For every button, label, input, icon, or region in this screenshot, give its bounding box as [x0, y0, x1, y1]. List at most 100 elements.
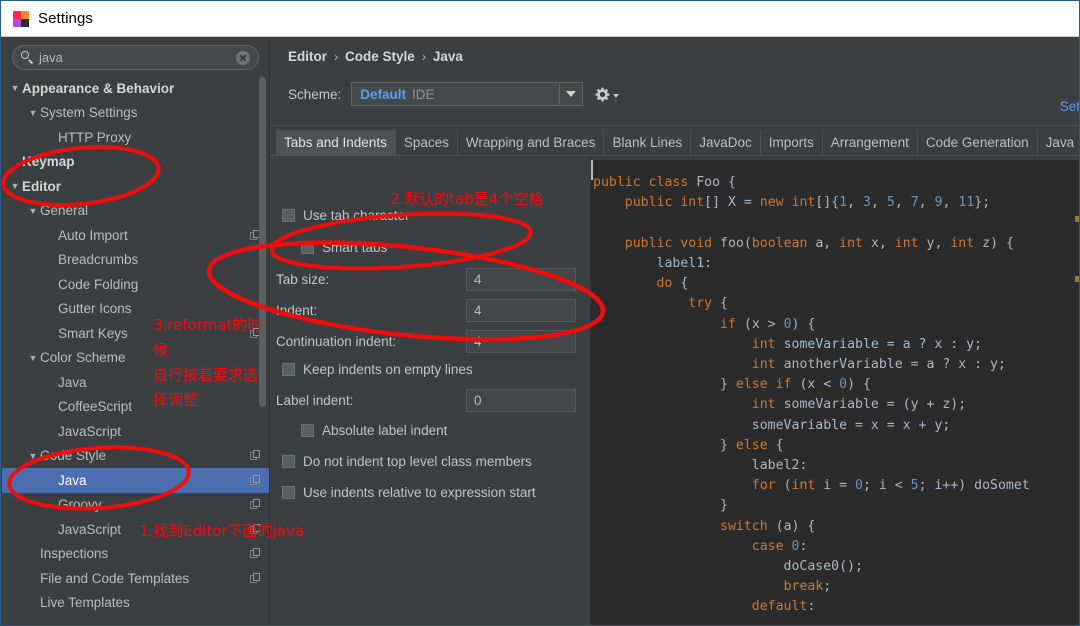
chevron-down-icon[interactable]: ▼	[8, 179, 22, 193]
breadcrumb-root[interactable]: Editor	[288, 49, 327, 64]
breadcrumb-mid[interactable]: Code Style	[345, 49, 415, 64]
search-input-value: java	[39, 49, 63, 65]
sidebar-item-inspections[interactable]: ▼Inspections	[2, 542, 269, 567]
sidebar-item-live-templates[interactable]: ▼Live Templates	[2, 591, 269, 616]
absolute-label-indent-checkbox[interactable]	[301, 424, 314, 437]
indent-label: Indent:	[276, 303, 318, 318]
sidebar-item-javascript[interactable]: ▼JavaScript	[2, 419, 269, 444]
sidebar-item-label: HTTP Proxy	[58, 129, 132, 145]
chevron-down-icon[interactable]: ▼	[26, 106, 40, 120]
search-input[interactable]: java	[12, 45, 259, 70]
tree-spacer: ▼	[44, 130, 58, 144]
tab-spaces[interactable]: Spaces	[395, 130, 458, 155]
sidebar-item-color-scheme[interactable]: ▼ Color Scheme	[2, 346, 269, 371]
sidebar-item-label: Code Style	[40, 448, 107, 464]
scheme-value: Default	[360, 86, 407, 102]
continuation-indent-input[interactable]: 4	[466, 330, 576, 353]
label-indent-row: Label indent: 0	[276, 389, 576, 412]
tab-wrapping-and-braces[interactable]: Wrapping and Braces	[457, 130, 605, 155]
smart-tabs-row[interactable]: Smart tabs	[301, 240, 387, 255]
tab-tabs-and-indents[interactable]: Tabs and Indents	[276, 130, 396, 155]
tree-spacer: ▼	[44, 400, 58, 414]
tree-spacer: ▼	[44, 326, 58, 340]
sidebar-scrollbar[interactable]	[259, 77, 266, 407]
tree-spacer: ▼	[44, 302, 58, 316]
clear-icon[interactable]	[236, 50, 250, 65]
sidebar-item-code-style[interactable]: ▼ Code Style	[2, 444, 269, 469]
copy-scheme-icon[interactable]	[250, 548, 261, 559]
tab-java-ee-na[interactable]: Java EE Na	[1037, 130, 1079, 155]
do-not-indent-top-level-checkbox[interactable]	[282, 455, 295, 468]
settings-sidebar: java ▼ Appearance & Behavior ▼ System Setti…	[2, 37, 270, 625]
keep-indents-on-empty-lines-label: Keep indents on empty lines	[303, 362, 473, 377]
chevron-down-icon[interactable]: ▼	[26, 204, 40, 218]
set-from-link[interactable]: Set	[1060, 99, 1079, 114]
header-divider	[270, 125, 1079, 126]
code-preview-panel[interactable]: public class Foo { public int[] X = new …	[591, 156, 1079, 625]
scheme-combobox[interactable]: Default IDE	[351, 82, 584, 106]
sidebar-item-coffeescript[interactable]: ▼CoffeeScript	[2, 395, 269, 420]
copy-scheme-icon[interactable]	[250, 450, 261, 461]
copy-scheme-icon[interactable]	[250, 499, 261, 510]
sidebar-item-code-folding[interactable]: ▼Code Folding	[2, 272, 269, 297]
sidebar-item-appearance-behavior[interactable]: ▼ Appearance & Behavior	[2, 76, 269, 101]
sidebar-item-smart-keys[interactable]: ▼Smart Keys	[2, 321, 269, 346]
use-tab-character-checkbox[interactable]	[282, 209, 295, 222]
scheme-scope: IDE	[412, 86, 435, 102]
tab-imports[interactable]: Imports	[760, 130, 823, 155]
use-tab-character-label: Use tab character	[303, 208, 410, 223]
chevron-down-icon[interactable]: ▼	[8, 81, 22, 95]
sidebar-item-label: Groovy	[58, 497, 102, 513]
copy-scheme-icon[interactable]	[250, 572, 261, 584]
sidebar-item-keymap[interactable]: ▼Keymap	[2, 150, 269, 175]
sidebar-item-label: JavaScript	[58, 423, 122, 439]
scheme-settings-button[interactable]	[595, 87, 620, 102]
sidebar-item-label: File and Code Templates	[40, 570, 190, 586]
sidebar-item-file-and-code-templates[interactable]: ▼File and Code Templates	[2, 566, 269, 591]
smart-tabs-checkbox[interactable]	[301, 241, 314, 254]
sidebar-item-system-settings[interactable]: ▼ System Settings	[2, 101, 269, 126]
tab-size-input[interactable]: 4	[466, 268, 576, 291]
chevron-down-icon[interactable]	[559, 83, 582, 105]
tab-arrangement[interactable]: Arrangement	[822, 130, 918, 155]
chevron-down-icon[interactable]: ▼	[26, 449, 40, 463]
chevron-down-icon[interactable]: ▼	[26, 351, 40, 365]
sidebar-item-java[interactable]: ▼Java	[2, 468, 269, 493]
tab-size-label: Tab size:	[276, 272, 330, 287]
use-indents-relative-row[interactable]: Use indents relative to expression start	[282, 485, 536, 500]
sidebar-item-label: Appearance & Behavior	[22, 80, 175, 96]
sidebar-item-label: Smart Keys	[58, 325, 128, 341]
sidebar-item-breadcrumbs[interactable]: ▼Breadcrumbs	[2, 248, 269, 273]
indent-input[interactable]: 4	[466, 299, 576, 322]
sidebar-item-label: Gutter Icons	[58, 301, 132, 317]
tree-spacer: ▼	[26, 571, 40, 585]
tab-blank-lines[interactable]: Blank Lines	[604, 130, 692, 155]
settings-tree: ▼Appearance & Behavior▼System Settings▼H…	[2, 76, 269, 615]
use-indents-relative-checkbox[interactable]	[282, 486, 295, 499]
use-tab-character-row[interactable]: Use tab character	[282, 208, 410, 223]
sidebar-item-groovy[interactable]: ▼Groovy	[2, 493, 269, 518]
tree-spacer: ▼	[44, 277, 58, 291]
keep-indents-on-empty-lines-checkbox[interactable]	[282, 363, 295, 376]
tree-spacer: ▼	[8, 155, 22, 169]
tab-code-generation[interactable]: Code Generation	[917, 130, 1038, 155]
breadcrumb-leaf: Java	[432, 49, 463, 64]
sidebar-item-label: Live Templates	[40, 595, 130, 611]
sidebar-item-editor[interactable]: ▼ Editor	[2, 174, 269, 199]
copy-scheme-icon[interactable]	[250, 474, 261, 486]
sidebar-item-javascript[interactable]: ▼JavaScript	[2, 517, 269, 542]
copy-scheme-icon[interactable]	[250, 523, 261, 535]
sidebar-item-auto-import[interactable]: ▼Auto Import	[2, 223, 269, 248]
keep-indents-on-empty-lines-row[interactable]: Keep indents on empty lines	[282, 362, 473, 377]
sidebar-item-java[interactable]: ▼Java	[2, 370, 269, 395]
sidebar-item-gutter-icons[interactable]: ▼Gutter Icons	[2, 297, 269, 322]
use-indents-relative-label: Use indents relative to expression start	[303, 485, 536, 500]
sidebar-item-http-proxy[interactable]: ▼HTTP Proxy	[2, 125, 269, 150]
absolute-label-indent-row[interactable]: Absolute label indent	[301, 423, 447, 438]
sidebar-item-label: Breadcrumbs	[58, 252, 139, 268]
do-not-indent-top-level-row[interactable]: Do not indent top level class members	[282, 454, 532, 469]
settings-content-pane: Editor › Code Style › Java Scheme: Defau…	[270, 37, 1079, 625]
sidebar-item-general[interactable]: ▼ General	[2, 199, 269, 224]
label-indent-input[interactable]: 0	[466, 389, 576, 412]
tab-javadoc[interactable]: JavaDoc	[691, 130, 761, 155]
